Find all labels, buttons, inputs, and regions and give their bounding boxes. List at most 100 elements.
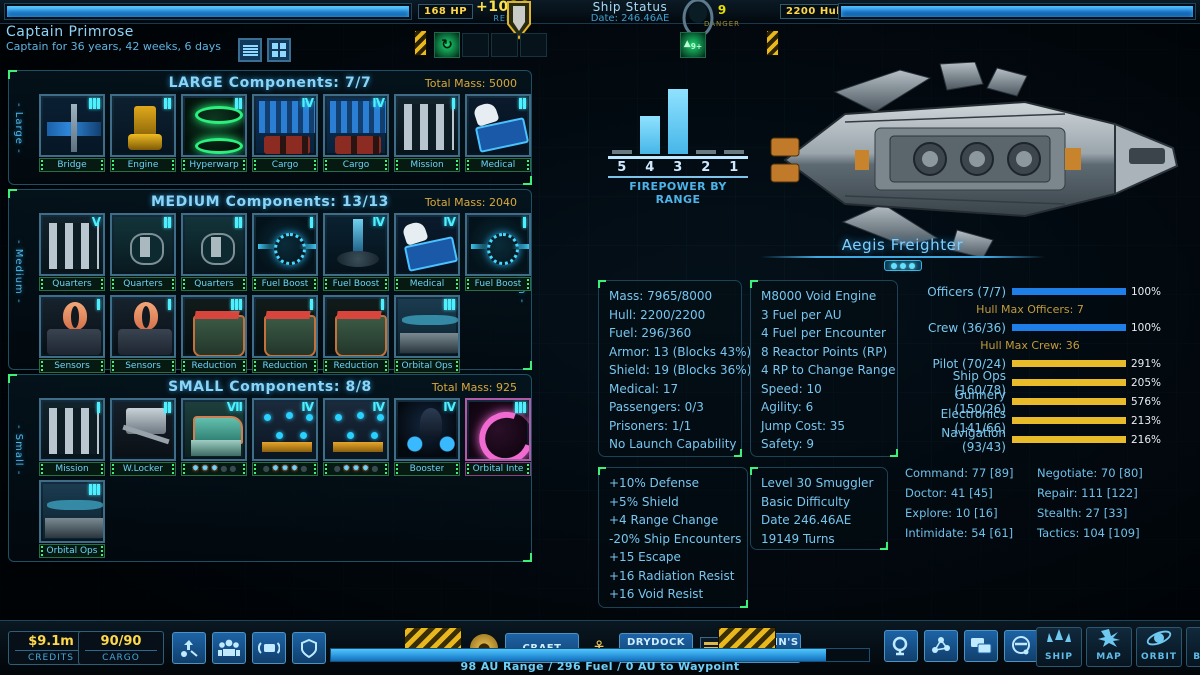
component-tile[interactable]: [465, 398, 531, 461]
gun-glow-dot: [264, 414, 271, 421]
nav-back-button[interactable]: BACK: [1186, 627, 1200, 667]
nav-ship-button[interactable]: SHIP: [1036, 627, 1082, 667]
component-caption: Fuel Boost: [323, 277, 389, 291]
component-tile[interactable]: IV: [394, 398, 460, 461]
nav-orbit-button[interactable]: ORBIT: [1136, 627, 1182, 667]
component-label: Sensors: [125, 361, 161, 371]
component-tile[interactable]: IV: [252, 398, 318, 461]
component-tile[interactable]: [39, 398, 105, 461]
shield-icon[interactable]: [292, 632, 326, 664]
component-tile[interactable]: [181, 213, 247, 276]
component-slot[interactable]: Sensors: [39, 295, 105, 373]
component-label: Orbital Inte: [473, 464, 524, 474]
component-tile[interactable]: [39, 295, 105, 358]
engine-stat-line: Speed: 10: [761, 380, 887, 399]
nav-map-button[interactable]: MAP: [1086, 627, 1132, 667]
crew-stat-bar: [1012, 436, 1126, 443]
component-slot[interactable]: Quarters: [181, 213, 247, 291]
component-slot[interactable]: Orbital Inte: [465, 398, 531, 476]
crew-skill-panel: Officers (7/7)100%Hull Max Officers: 7Cr…: [900, 282, 1160, 449]
small-components-panel: SMALL Components: 8/8 Total Mass: 925 - …: [8, 374, 532, 562]
component-slot[interactable]: Engine: [110, 94, 176, 172]
component-tile[interactable]: [394, 94, 460, 157]
officer-icon[interactable]: [1004, 630, 1038, 662]
component-tile[interactable]: [39, 480, 105, 543]
left-action-buttons: [172, 632, 326, 664]
component-slot[interactable]: VII✹✹✹●●: [181, 398, 247, 476]
component-tile[interactable]: IV: [323, 213, 389, 276]
upgrade-icon[interactable]: [172, 632, 206, 664]
hp-value: 168 HP: [418, 4, 473, 19]
component-tile[interactable]: [181, 295, 247, 358]
scan-icon[interactable]: [884, 630, 918, 662]
component-rank-pips: [452, 98, 455, 109]
component-slot[interactable]: IVFuel Boost: [323, 213, 389, 291]
component-slot[interactable]: Mission: [39, 398, 105, 476]
crew-stat-bar: [1012, 398, 1126, 405]
chat-icon[interactable]: [964, 630, 998, 662]
component-tile[interactable]: [252, 213, 318, 276]
component-tile[interactable]: [110, 94, 176, 157]
component-tile[interactable]: [394, 295, 460, 358]
component-rank-pips: [97, 402, 100, 413]
engine-stat-line: Safety: 9: [761, 435, 887, 454]
component-slot[interactable]: Orbital Ops: [39, 480, 105, 558]
component-tile[interactable]: [465, 213, 531, 276]
component-tile[interactable]: IV: [394, 213, 460, 276]
crew-stat-percent: 100%: [1126, 322, 1160, 334]
list-view-icon[interactable]: [238, 38, 262, 62]
component-tile[interactable]: [110, 295, 176, 358]
component-caption: Reduction: [252, 359, 318, 373]
officer-slot[interactable]: [462, 33, 489, 57]
component-slot[interactable]: IV●✹✹✹●: [252, 398, 318, 476]
component-tile[interactable]: [323, 295, 389, 358]
component-slot[interactable]: IV●✹✹✹●: [323, 398, 389, 476]
component-caption: Quarters: [110, 277, 176, 291]
component-slot[interactable]: Fuel Boost: [252, 213, 318, 291]
component-slot[interactable]: Reduction: [181, 295, 247, 373]
component-tile[interactable]: [110, 213, 176, 276]
component-slot[interactable]: Fuel Boost: [465, 213, 531, 291]
component-caption: Reduction: [181, 359, 247, 373]
component-slot[interactable]: Quarters: [110, 213, 176, 291]
component-tile[interactable]: [465, 94, 531, 157]
component-tile[interactable]: IV: [323, 398, 389, 461]
component-slot[interactable]: Reduction: [323, 295, 389, 373]
component-slot[interactable]: VQuarters: [39, 213, 105, 291]
officer-slot[interactable]: [491, 33, 518, 57]
component-tile[interactable]: [39, 94, 105, 157]
component-tile[interactable]: IV: [252, 94, 318, 157]
component-tile[interactable]: [110, 398, 176, 461]
component-slot[interactable]: Reduction: [252, 295, 318, 373]
component-slot[interactable]: Orbital Ops: [394, 295, 460, 373]
component-slot[interactable]: Mission: [394, 94, 460, 172]
component-slot[interactable]: IVCargo: [252, 94, 318, 172]
firepower-bar: [696, 150, 716, 154]
component-slot[interactable]: IVMedical: [394, 213, 460, 291]
component-tile[interactable]: [252, 295, 318, 358]
component-tile[interactable]: V: [39, 213, 105, 276]
component-slot[interactable]: IVBooster: [394, 398, 460, 476]
component-rank-numeral: VII: [227, 400, 242, 414]
refresh-green-icon[interactable]: ↻: [434, 32, 460, 58]
component-slot[interactable]: IVCargo: [323, 94, 389, 172]
component-tile[interactable]: IV: [323, 94, 389, 157]
component-slot[interactable]: Hyperwarp: [181, 94, 247, 172]
component-slot[interactable]: Medical: [465, 94, 531, 172]
comms-icon[interactable]: [252, 632, 286, 664]
crew-stat-label: Crew (36/36): [900, 321, 1012, 335]
component-label: Quarters: [123, 279, 162, 289]
component-tile[interactable]: VII: [181, 398, 247, 461]
component-tile[interactable]: [181, 94, 247, 157]
component-slot[interactable]: Bridge: [39, 94, 105, 172]
grid-view-icon[interactable]: [267, 38, 291, 62]
crew-icon[interactable]: [212, 632, 246, 664]
small-total-mass: Total Mass: 925: [432, 381, 517, 394]
firepower-tick: 5: [612, 160, 632, 175]
component-slot[interactable]: Sensors: [110, 295, 176, 373]
network-icon[interactable]: [924, 630, 958, 662]
nav-orbit-label: ORBIT: [1137, 652, 1181, 662]
officer-slot[interactable]: [520, 33, 547, 57]
star: ✹: [211, 464, 219, 474]
component-slot[interactable]: W.Locker: [110, 398, 176, 476]
